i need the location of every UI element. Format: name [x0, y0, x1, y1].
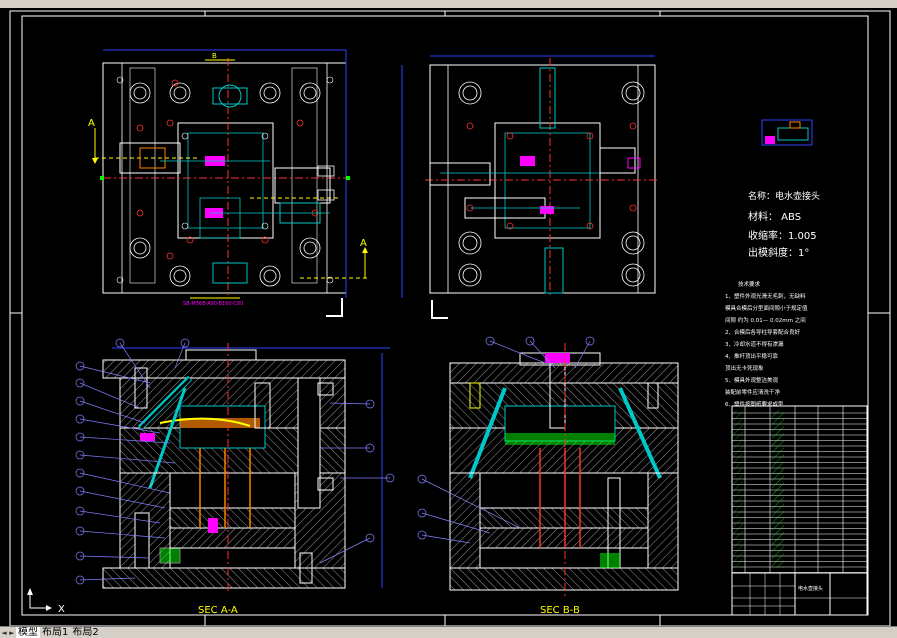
tech-req-line: 1、塑件外观光滑无毛刺，无缺料	[725, 292, 806, 300]
plan-view-fixed-half: A A B SB-M56B-A90-B160-C80	[88, 49, 370, 317]
spec-shrink: 收缩率：1.005	[748, 229, 817, 242]
part-spec-block: 名称：电水壶接头 材料： ABS 收缩率：1.005 出模斜度：1°	[748, 190, 820, 259]
detail-view-small	[761, 119, 813, 146]
section-b-b-view: SEC B-B	[417, 336, 679, 616]
tech-req-line: 2、合模后各导柱导套配合良好	[725, 328, 801, 336]
technical-requirements: 技术要求 1、塑件外观光滑无毛刺，无缺料 模具合模后分型面间隙小于规定值 间隙 …	[725, 280, 808, 408]
bill-of-materials-table	[731, 405, 868, 574]
plan-view-moving-half	[401, 55, 660, 319]
tech-req-line: 3、冷却水道不得有渗漏	[725, 340, 784, 348]
tech-req-line: 顶出无卡死现象	[725, 364, 764, 372]
tech-req-line: 模具合模后分型面间隙小于规定值	[725, 304, 808, 312]
tech-req-line: 5、模具外观整洁美观	[725, 376, 778, 384]
title-block: 电水壶接头	[731, 572, 868, 616]
section-b-b-label: SEC B-B	[540, 605, 580, 616]
spec-draft: 出模斜度：1°	[748, 246, 809, 259]
spec-name: 名称：电水壶接头	[748, 190, 820, 202]
tab-layout1[interactable]: 布局1	[40, 627, 70, 638]
tab-model[interactable]: 模型	[16, 627, 40, 638]
ucs-x-label: X	[58, 604, 65, 615]
tech-req-line: 装配前零件应清洗干净	[725, 388, 781, 396]
tech-req-line: 6、塑件按图纸要求成型	[725, 400, 784, 408]
tech-req-line: 4、推杆顶出平稳可靠	[725, 352, 778, 360]
mold-base-spec-text: SB-M56B-A90-B160-C80	[183, 301, 243, 307]
part-callout-leader	[489, 340, 546, 364]
section-a-a-view: SEC A-A	[75, 338, 395, 616]
spec-material: 材料： ABS	[748, 210, 801, 223]
tech-req-line: 间隙 约为 0.01— 0.02mm 之间	[725, 316, 806, 324]
section-mark-b-top: B	[212, 52, 217, 60]
section-mark-a-bottom: A	[360, 238, 367, 249]
mold-drawing-svg: A A B SB-M56B-A90-B160-C80 名称：电水壶接头 材料： …	[9, 10, 891, 627]
title-block-name: 电水壶接头	[798, 585, 823, 592]
section-a-a-label: SEC A-A	[198, 605, 238, 616]
layout-tab-bar: ◄ ► 模型 布局1 布局2	[0, 626, 897, 638]
ucs-icon: X	[27, 588, 65, 615]
tech-req-title: 技术要求	[738, 280, 761, 288]
section-mark-a-top: A	[88, 118, 95, 129]
tab-layout2[interactable]: 布局2	[70, 627, 100, 638]
cad-drawing-area[interactable]: A A B SB-M56B-A90-B160-C80 名称：电水壶接头 材料： …	[0, 8, 897, 627]
